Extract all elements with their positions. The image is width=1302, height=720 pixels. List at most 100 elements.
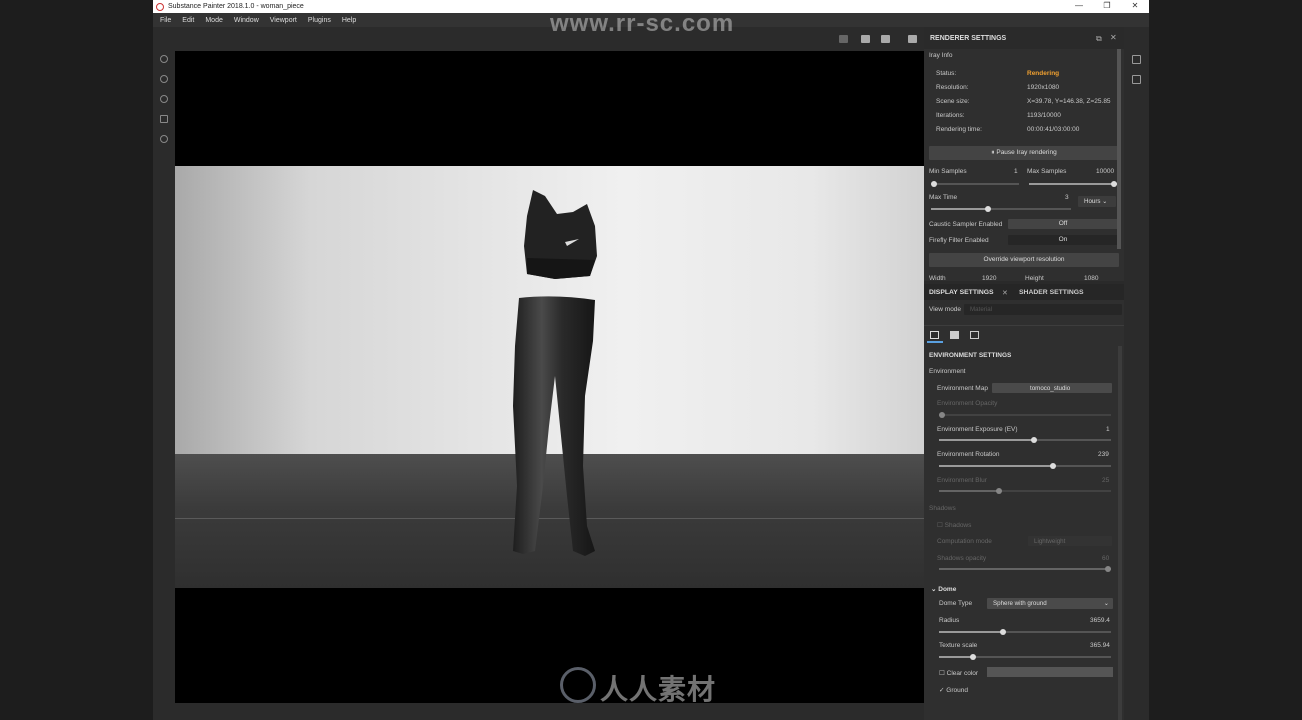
clone-tool-icon[interactable] xyxy=(160,135,168,143)
smudge-tool-icon[interactable] xyxy=(160,115,168,123)
radius-slider[interactable] xyxy=(939,629,1111,635)
dome-type-select[interactable]: Sphere with ground ⌄ xyxy=(987,598,1113,609)
max-time-unit-value: Hours xyxy=(1084,198,1101,205)
camera-settings-icon[interactable] xyxy=(950,331,959,339)
properties-panel-icon[interactable] xyxy=(1132,75,1141,84)
renderer-scrollbar[interactable] xyxy=(1117,49,1121,249)
shadows-opacity-slider xyxy=(939,566,1111,572)
iterations-label: Iterations: xyxy=(936,112,965,119)
crop-top-band xyxy=(527,258,595,279)
max-time-unit-select[interactable]: Hours ⌄ xyxy=(1078,196,1116,207)
environment-label: Environment xyxy=(929,368,966,375)
env-exposure-value[interactable]: 1 xyxy=(1106,426,1110,433)
status-value: Rendering xyxy=(1027,70,1060,77)
left-black-border xyxy=(0,0,153,720)
screenshot-icon[interactable] xyxy=(908,35,917,43)
radius-value[interactable]: 3659.4 xyxy=(1090,617,1110,624)
menu-mode[interactable]: Mode xyxy=(205,17,223,24)
max-samples-slider[interactable] xyxy=(1029,181,1117,187)
env-opacity-label: Environment Opacity xyxy=(937,400,998,407)
paint-tool-icon[interactable] xyxy=(160,55,168,63)
width-value[interactable]: 1920 xyxy=(982,275,996,282)
right-dock-strip xyxy=(1124,27,1149,720)
dome-section[interactable]: ⌄ Dome xyxy=(931,585,956,593)
env-exposure-label: Environment Exposure (EV) xyxy=(937,426,1018,433)
left-toolbar xyxy=(153,27,175,720)
viewport-settings-icon[interactable] xyxy=(970,331,979,339)
clear-color-label: Clear color xyxy=(946,670,979,677)
display-scrollbar[interactable] xyxy=(1118,346,1122,720)
image-icon xyxy=(930,331,939,339)
status-label: Status: xyxy=(936,70,957,77)
maximize-button[interactable]: ❐ xyxy=(1093,0,1121,13)
shadows-check-label: Shadows xyxy=(944,522,972,529)
texture-scale-value[interactable]: 365.94 xyxy=(1090,642,1110,649)
menu-viewport[interactable]: Viewport xyxy=(270,17,297,24)
garment-render xyxy=(513,190,597,556)
clear-color-swatch[interactable] xyxy=(987,667,1113,677)
env-rotation-slider[interactable] xyxy=(939,463,1111,469)
firefly-toggle[interactable]: On xyxy=(1008,235,1118,245)
ground-label: Ground xyxy=(946,687,968,694)
menu-edit[interactable]: Edit xyxy=(182,17,194,24)
resolution-value: 1920x1080 xyxy=(1027,84,1060,91)
env-map-label: Environment Map xyxy=(937,385,988,392)
watermark-brand: 人人素材 xyxy=(600,674,717,705)
env-blur-label: Environment Blur xyxy=(937,477,987,484)
view-mode-label: View mode xyxy=(929,306,962,313)
close-tab-icon[interactable]: ✕ xyxy=(1002,289,1008,297)
tab-display-settings[interactable]: DISPLAY SETTINGS xyxy=(929,289,994,296)
close-button[interactable]: ✕ xyxy=(1121,0,1149,13)
pause-iray-button[interactable]: ⏸ Pause Iray rendering xyxy=(929,146,1119,160)
caustic-toggle[interactable]: Off xyxy=(1008,219,1118,229)
float-panel-icon[interactable]: ⧉ xyxy=(1096,34,1102,44)
texture-scale-slider[interactable] xyxy=(939,654,1111,660)
menu-window[interactable]: Window xyxy=(234,17,259,24)
env-rotation-value[interactable]: 239 xyxy=(1098,451,1109,458)
radius-label: Radius xyxy=(939,617,960,624)
env-exposure-slider[interactable] xyxy=(939,437,1111,443)
menu-plugins[interactable]: Plugins xyxy=(308,17,331,24)
shadows-checkbox[interactable]: ☐ Shadows xyxy=(937,521,971,529)
renderer-settings-panel: RENDERER SETTINGS ⧉ ✕ Iray Info Status: … xyxy=(924,27,1124,282)
texture-scale-label: Texture scale xyxy=(939,642,978,649)
viewport-status-bar xyxy=(175,703,924,720)
rendered-scene xyxy=(175,166,924,588)
ground-checkbox[interactable]: ✓ Ground xyxy=(939,686,968,694)
iterations-value: 1193/10000 xyxy=(1027,112,1061,119)
scene-size-value: X=39.78, Y=146.38, Z=25.85 xyxy=(1027,98,1111,105)
max-samples-label: Max Samples xyxy=(1027,168,1067,175)
resolution-label: Resolution: xyxy=(936,84,969,91)
eraser-tool-icon[interactable] xyxy=(160,75,168,83)
menu-help[interactable]: Help xyxy=(342,17,356,24)
menu-file[interactable]: File xyxy=(160,17,171,24)
tab-shader-settings[interactable]: SHADER SETTINGS xyxy=(1019,289,1084,296)
display-settings-panel: DISPLAY SETTINGS ✕ SHADER SETTINGS View … xyxy=(924,284,1124,720)
rendering-time-value: 00:00:41/03:00:00 xyxy=(1027,126,1080,133)
camera-icon[interactable] xyxy=(881,35,890,43)
close-panel-icon[interactable]: ✕ xyxy=(1110,33,1117,42)
dome-type-value: Sphere with ground xyxy=(993,600,1047,607)
projection-tool-icon[interactable] xyxy=(160,95,168,103)
env-map-select[interactable]: tomoco_studio xyxy=(992,383,1112,393)
display-mode-icon[interactable] xyxy=(861,35,870,43)
minimize-button[interactable]: — xyxy=(1065,0,1093,13)
render-mode-icon[interactable] xyxy=(839,35,848,43)
layers-panel-icon[interactable] xyxy=(1132,55,1141,64)
dome-label: Dome xyxy=(938,586,957,593)
max-time-slider[interactable] xyxy=(931,206,1071,212)
max-samples-value: 10000 xyxy=(1096,168,1115,175)
app-window: Substance Painter 2018.1.0 - woman_piece… xyxy=(153,0,1149,720)
view-mode-select[interactable]: Material xyxy=(964,304,1122,315)
height-value[interactable]: 1080 xyxy=(1084,275,1098,282)
max-time-label: Max Time xyxy=(929,194,958,201)
env-opacity-slider xyxy=(939,412,1111,418)
override-viewport-button[interactable]: Override viewport resolution xyxy=(929,253,1119,267)
right-black-border xyxy=(1149,0,1302,720)
dome-type-label: Dome Type xyxy=(939,600,973,607)
3d-viewport[interactable] xyxy=(175,51,924,703)
clear-color-checkbox[interactable]: ☐ Clear color xyxy=(939,669,978,677)
firefly-label: Firefly Filter Enabled xyxy=(929,237,989,244)
min-samples-slider[interactable] xyxy=(931,181,1019,187)
rendering-time-label: Rendering time: xyxy=(936,126,982,133)
